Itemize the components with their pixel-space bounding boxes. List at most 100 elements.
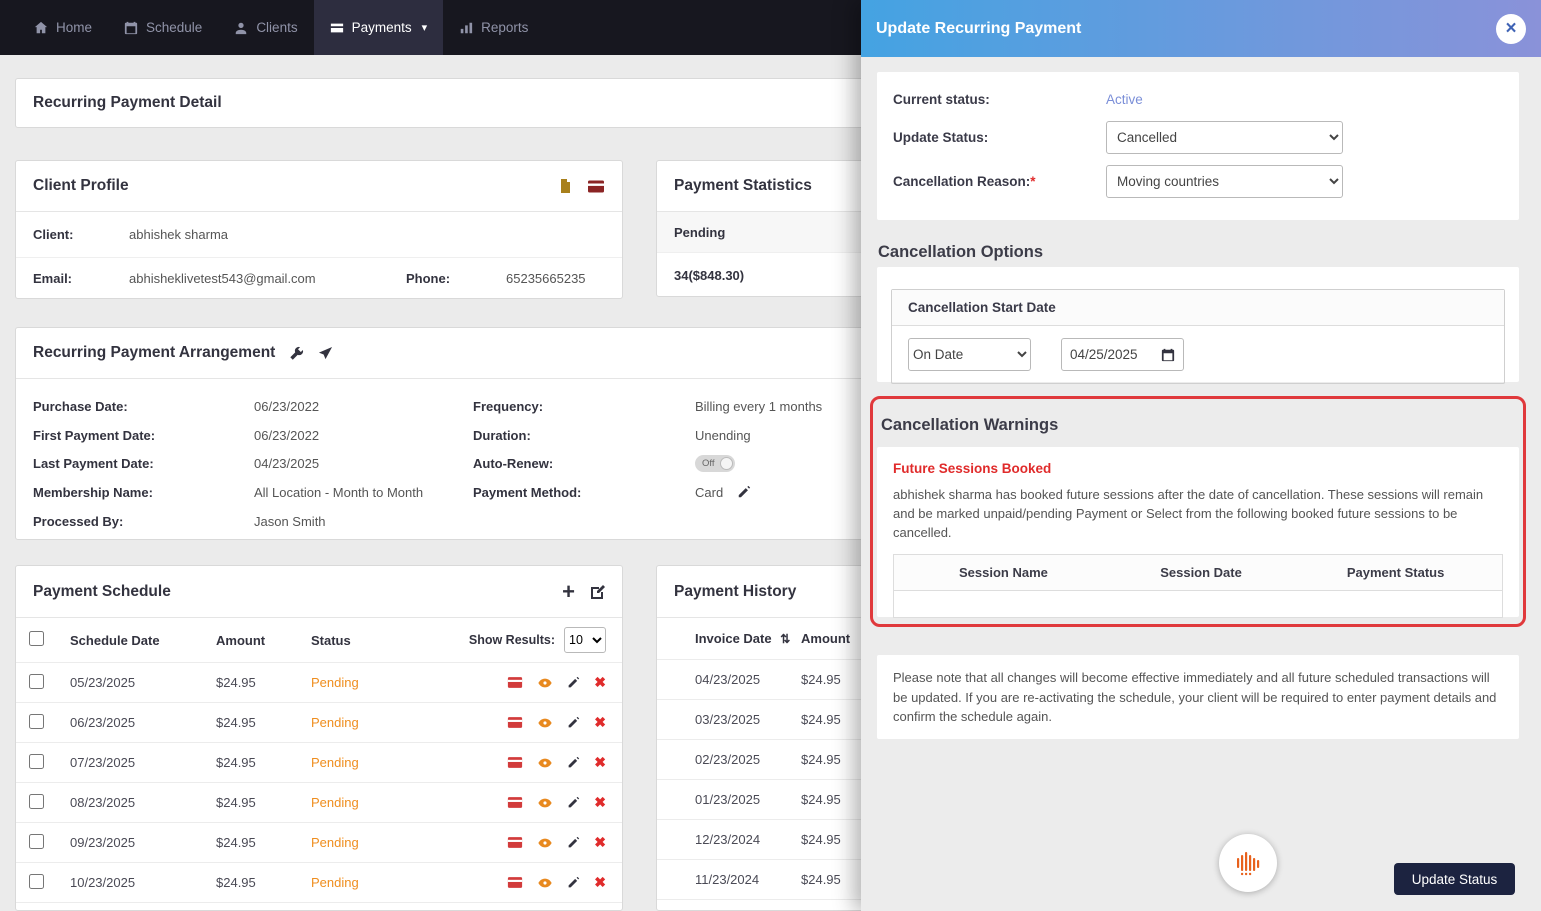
schedule-date: 08/23/2025 xyxy=(70,795,136,810)
col-invoice-date[interactable]: Invoice Date xyxy=(695,631,772,646)
send-icon[interactable] xyxy=(318,346,333,361)
edit-schedule-icon[interactable] xyxy=(589,584,605,600)
delete-row-icon[interactable]: ✖ xyxy=(594,834,606,851)
start-date-input[interactable]: 04/25/2025 xyxy=(1061,338,1184,371)
edit-row-icon[interactable] xyxy=(567,756,580,769)
delete-row-icon[interactable]: ✖ xyxy=(594,754,606,771)
charge-card-icon[interactable] xyxy=(507,716,523,729)
view-icon[interactable] xyxy=(537,676,553,690)
close-icon[interactable]: × xyxy=(1496,13,1526,44)
auto-renew-label: Auto-Renew: xyxy=(473,456,554,472)
update-status-label: Update Status: xyxy=(893,130,989,145)
last-payment-label: Last Payment Date: xyxy=(33,456,154,472)
edit-payment-method-icon[interactable] xyxy=(737,485,751,499)
row-checkbox[interactable] xyxy=(29,673,44,689)
row-checkbox[interactable] xyxy=(29,713,44,729)
email-value: abhisheklivetest543@gmail.com xyxy=(129,271,316,286)
note-text: Please note that all changes will become… xyxy=(893,670,1497,724)
status-form-card: Current status: Active Update Status: Ca… xyxy=(877,72,1519,220)
schedule-status: Pending xyxy=(311,835,359,850)
view-icon[interactable] xyxy=(537,796,553,810)
schedule-row: 10/23/2025 $24.95 Pending ✖ xyxy=(16,863,622,903)
row-checkbox[interactable] xyxy=(29,833,44,849)
schedule-row: 06/23/2025 $24.95 Pending ✖ xyxy=(16,703,622,743)
row-checkbox[interactable] xyxy=(29,753,44,769)
sort-icon[interactable]: ⇅ xyxy=(780,632,790,646)
col-status: Status xyxy=(311,632,351,648)
calendar-icon xyxy=(124,21,138,35)
edit-row-icon[interactable] xyxy=(567,676,580,689)
cancellation-reason-select[interactable]: Moving countries xyxy=(1106,165,1343,198)
cancellation-warnings-title: Cancellation Warnings xyxy=(881,416,1059,434)
invoice-date: 11/23/2024 xyxy=(695,872,760,887)
update-status-select[interactable]: Cancelled xyxy=(1106,121,1343,154)
schedule-date: 10/23/2025 xyxy=(70,875,136,890)
frequency-value: Billing every 1 months xyxy=(695,398,823,414)
schedule-row: 09/23/2025 $24.95 Pending ✖ xyxy=(16,823,622,863)
nav-label: Payments xyxy=(351,20,412,35)
schedule-status: Pending xyxy=(311,675,359,690)
charge-card-icon[interactable] xyxy=(507,796,523,809)
pending-count-value: 34($848.30) xyxy=(674,267,745,283)
nav-item-reports[interactable]: Reports xyxy=(443,0,544,55)
schedule-table-header: Schedule Date Amount Status Show Results… xyxy=(16,618,622,663)
view-icon[interactable] xyxy=(537,876,553,890)
calendar-icon[interactable] xyxy=(1161,348,1175,362)
auto-renew-toggle[interactable]: Off xyxy=(695,455,735,473)
row-checkbox[interactable] xyxy=(29,873,44,889)
add-payment-icon[interactable]: + xyxy=(562,580,575,603)
duration-value: Unending xyxy=(695,427,751,443)
delete-row-icon[interactable]: ✖ xyxy=(594,874,606,891)
edit-row-icon[interactable] xyxy=(567,876,580,889)
cancellation-options-title: Cancellation Options xyxy=(878,243,1044,261)
chart-icon xyxy=(459,21,473,35)
charge-card-icon[interactable] xyxy=(507,756,523,769)
row-checkbox[interactable] xyxy=(29,793,44,809)
nav-item-home[interactable]: Home xyxy=(18,0,108,55)
payment-method-value: Card xyxy=(695,484,724,500)
delete-row-icon[interactable]: ✖ xyxy=(594,714,606,731)
charge-card-icon[interactable] xyxy=(507,836,523,849)
schedule-date: 05/23/2025 xyxy=(70,675,136,690)
delete-row-icon[interactable]: ✖ xyxy=(594,794,606,811)
show-results-select[interactable]: 10 xyxy=(564,627,606,653)
credit-card-icon[interactable] xyxy=(587,179,605,194)
view-icon[interactable] xyxy=(537,756,553,770)
client-profile-title: Client Profile xyxy=(33,177,129,194)
edit-row-icon[interactable] xyxy=(567,836,580,849)
last-payment-value: 04/23/2025 xyxy=(254,456,320,472)
update-recurring-payment-panel: Update Recurring Payment × Current statu… xyxy=(861,0,1541,911)
schedule-status: Pending xyxy=(311,715,359,730)
phone-label: Phone: xyxy=(406,271,451,286)
view-icon[interactable] xyxy=(537,836,553,850)
nav-label: Reports xyxy=(481,20,529,35)
select-all-checkbox[interactable] xyxy=(29,631,44,646)
client-name: abhishek sharma xyxy=(129,227,228,242)
email-label: Email: xyxy=(33,271,73,286)
payment-schedule-title: Payment Schedule xyxy=(33,582,171,600)
nav-item-schedule[interactable]: Schedule xyxy=(108,0,218,55)
nav-label: Schedule xyxy=(146,20,203,35)
nav-item-payments[interactable]: Payments ▾ xyxy=(313,0,444,55)
invoice-date: 01/23/2025 xyxy=(695,792,761,807)
edit-row-icon[interactable] xyxy=(567,796,580,809)
update-status-button[interactable]: Update Status xyxy=(1394,863,1515,895)
start-date-mode-select[interactable]: On Date xyxy=(908,338,1031,371)
processed-by-label: Processed By: xyxy=(33,513,124,529)
nav-item-clients[interactable]: Clients xyxy=(218,0,313,55)
start-date-value: 04/25/2025 xyxy=(1070,347,1138,362)
document-icon[interactable] xyxy=(557,178,573,194)
schedule-status: Pending xyxy=(311,755,359,770)
schedule-row: 08/23/2025 $24.95 Pending ✖ xyxy=(16,783,622,823)
wrench-icon[interactable] xyxy=(289,346,304,361)
invoice-date: 04/23/2025 xyxy=(695,672,761,687)
pending-column-label: Pending xyxy=(674,224,726,240)
client-label: Client: xyxy=(33,227,74,242)
charge-card-icon[interactable] xyxy=(507,676,523,689)
schedule-date: 06/23/2025 xyxy=(70,715,136,730)
person-icon xyxy=(234,21,248,35)
edit-row-icon[interactable] xyxy=(567,716,580,729)
delete-row-icon[interactable]: ✖ xyxy=(594,674,606,691)
view-icon[interactable] xyxy=(537,716,553,730)
charge-card-icon[interactable] xyxy=(507,876,523,889)
